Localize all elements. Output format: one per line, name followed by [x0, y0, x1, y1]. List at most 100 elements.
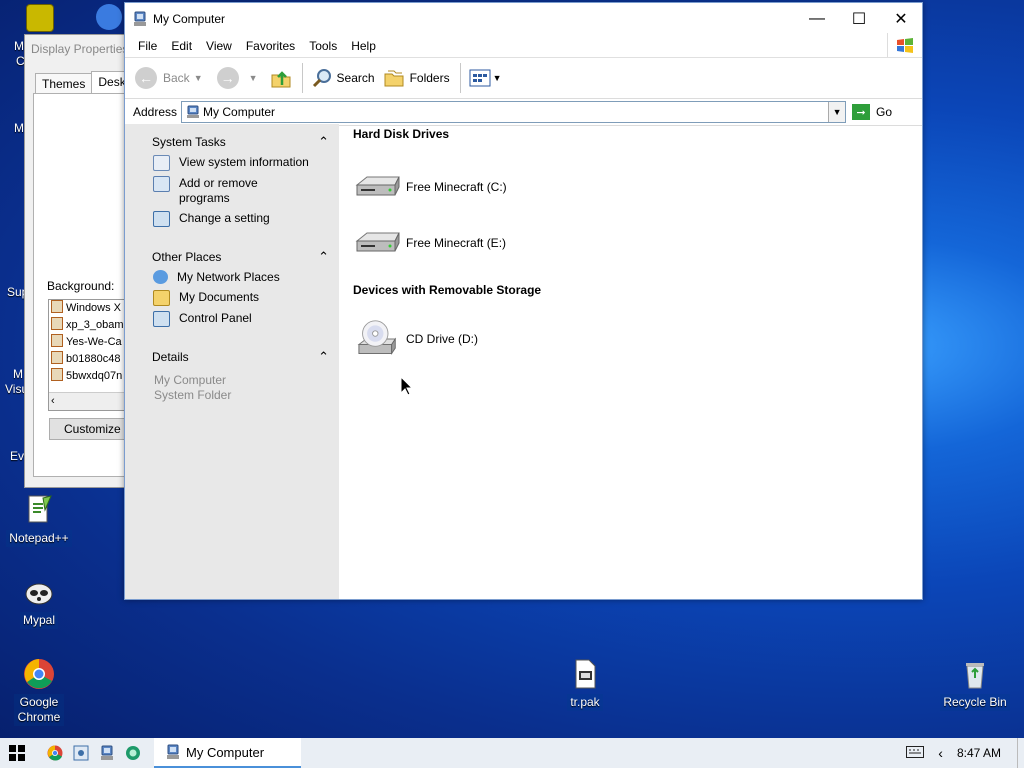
- desktop-icon-mypal[interactable]: Mypal: [4, 576, 74, 629]
- desktop-icon-recycle-bin[interactable]: Recycle Bin: [939, 658, 1011, 711]
- search-button[interactable]: Search: [311, 67, 375, 89]
- list-item[interactable]: xp_3_obam: [49, 317, 135, 334]
- desktop-label-partial[interactable]: M: [13, 367, 23, 381]
- control-panel-icon: [73, 745, 89, 761]
- folders-button[interactable]: Folders: [383, 67, 450, 89]
- file-icon: [569, 658, 601, 690]
- maximize-button[interactable]: ☐: [838, 3, 880, 35]
- notepadpp-icon: [23, 494, 55, 526]
- desktop-icon-partial-2[interactable]: [96, 4, 126, 30]
- search-label: Search: [336, 71, 375, 85]
- keyboard-icon[interactable]: [906, 745, 925, 761]
- address-value: My Computer: [203, 105, 276, 119]
- menu-help[interactable]: Help: [344, 39, 383, 53]
- browser-icon: [126, 746, 140, 760]
- list-item[interactable]: b01880c48: [49, 351, 135, 368]
- task-change-setting[interactable]: Change a setting: [145, 208, 329, 229]
- chevron-up-icon[interactable]: ⌃: [318, 349, 329, 365]
- desktop-icon-label: Google Chrome: [14, 694, 64, 726]
- menu-view[interactable]: View: [199, 39, 239, 53]
- task-label: View system information: [179, 155, 309, 169]
- recycle-bin-icon: [959, 658, 991, 690]
- close-button[interactable]: ✕: [880, 3, 922, 35]
- chevron-up-icon[interactable]: ⌃: [318, 249, 329, 265]
- chevron-up-icon[interactable]: ⌃: [318, 134, 329, 150]
- details-header[interactable]: Details ⌃: [145, 347, 329, 367]
- details-type: System Folder: [154, 388, 232, 402]
- quicklaunch-my-computer[interactable]: [96, 742, 118, 764]
- title-bar[interactable]: My Computer — ☐ ✕: [125, 3, 922, 35]
- display-properties-window[interactable]: Display Properties Themes Desktop Backgr…: [24, 34, 136, 488]
- menu-favorites[interactable]: Favorites: [239, 39, 302, 53]
- quicklaunch-browser[interactable]: [122, 742, 144, 764]
- clock[interactable]: 8:47 AM: [957, 746, 1001, 760]
- taskbar-task-my-computer[interactable]: My Computer: [154, 738, 302, 768]
- address-dropdown-button[interactable]: ▼: [828, 102, 846, 122]
- list-item[interactable]: Windows X: [49, 300, 135, 317]
- place-label: Control Panel: [179, 311, 252, 325]
- my-computer-window[interactable]: My Computer — ☐ ✕ File Edit View Favorit…: [124, 2, 923, 600]
- chrome-icon: [23, 658, 55, 690]
- back-button[interactable]: ← Back ▼: [135, 67, 203, 89]
- chevron-down-icon[interactable]: ▼: [194, 73, 203, 83]
- system-tasks-header[interactable]: System Tasks ⌃: [145, 132, 329, 152]
- up-folder-button[interactable]: [270, 67, 292, 89]
- place-my-documents[interactable]: My Documents: [145, 287, 329, 308]
- drive-c[interactable]: Free Minecraft (C:): [353, 159, 922, 215]
- task-label: Change a setting: [179, 211, 270, 225]
- task-view-system-information[interactable]: View system information: [145, 152, 329, 173]
- desktop-label-partial[interactable]: Ev: [10, 449, 24, 463]
- folders-icon: [384, 70, 404, 87]
- forward-button[interactable]: → ▼: [216, 67, 258, 89]
- hard-drive-icon: [355, 176, 400, 196]
- desktop-icon-tr-pak[interactable]: tr.pak: [550, 658, 620, 711]
- drive-e[interactable]: Free Minecraft (E:): [353, 215, 922, 271]
- desktop-icon-chrome[interactable]: Google Chrome: [4, 658, 74, 726]
- standard-toolbar: ← Back ▼ → ▼ Search Folders ▼: [125, 58, 922, 99]
- desktop-icon-partial-1[interactable]: [6, 4, 54, 32]
- chrome-icon: [96, 4, 122, 30]
- desktop-icon-notepadpp[interactable]: Notepad++: [4, 494, 74, 547]
- chevron-down-icon[interactable]: ▼: [493, 73, 502, 83]
- search-icon: [312, 69, 331, 88]
- scroll-left-icon[interactable]: ‹: [51, 395, 55, 407]
- address-input[interactable]: My Computer ▼: [181, 101, 847, 123]
- desktop-icon-label: Notepad++: [6, 530, 72, 547]
- menu-tools[interactable]: Tools: [302, 39, 344, 53]
- window-title: My Computer: [153, 12, 226, 26]
- list-item[interactable]: 5bwxdq07n: [49, 368, 135, 385]
- quicklaunch-chrome[interactable]: [44, 742, 66, 764]
- views-button[interactable]: ▼: [469, 69, 502, 87]
- go-button[interactable]: ➞ Go: [852, 104, 892, 120]
- image-file-icon: [51, 368, 63, 381]
- list-item[interactable]: Yes-We-Ca: [49, 334, 135, 351]
- task-add-remove-programs[interactable]: Add or remove programs: [145, 173, 329, 208]
- desktop-label-partial[interactable]: M: [14, 39, 24, 53]
- minimize-button[interactable]: —: [796, 3, 838, 35]
- go-arrow-icon: ➞: [852, 104, 871, 120]
- other-places-header[interactable]: Other Places ⌃: [145, 247, 329, 267]
- image-file-icon: [51, 334, 63, 347]
- content-area: System Tasks ⌃ View system information A…: [125, 124, 922, 599]
- place-my-network-places[interactable]: My Network Places: [145, 267, 329, 287]
- chevron-down-icon[interactable]: ▼: [249, 73, 258, 83]
- show-desktop-button[interactable]: [1017, 738, 1024, 768]
- system-info-icon: [153, 155, 170, 171]
- add-remove-programs-icon: [153, 176, 170, 192]
- desktop-label-partial[interactable]: M: [14, 121, 24, 135]
- drive-d[interactable]: CD Drive (D:): [353, 311, 922, 367]
- desktop-icon-label: Recycle Bin: [940, 694, 1010, 711]
- windows-flag-icon: [887, 33, 922, 57]
- menu-file[interactable]: File: [131, 39, 164, 53]
- place-control-panel[interactable]: Control Panel: [145, 308, 329, 329]
- start-button[interactable]: [6, 742, 28, 764]
- horizontal-scrollbar[interactable]: ‹: [49, 392, 135, 410]
- task-pane: System Tasks ⌃ View system information A…: [125, 124, 339, 599]
- customize-desktop-button[interactable]: Customize De: [49, 418, 135, 440]
- menu-edit[interactable]: Edit: [164, 39, 199, 53]
- desktop-icon-label: tr.pak: [567, 694, 603, 711]
- image-file-icon: [51, 351, 63, 364]
- quicklaunch-control-panel[interactable]: [70, 742, 92, 764]
- show-hidden-icons-icon[interactable]: ‹: [938, 745, 943, 761]
- background-list[interactable]: Windows X xp_3_obam Yes-We-Ca b01880c48 …: [48, 299, 135, 411]
